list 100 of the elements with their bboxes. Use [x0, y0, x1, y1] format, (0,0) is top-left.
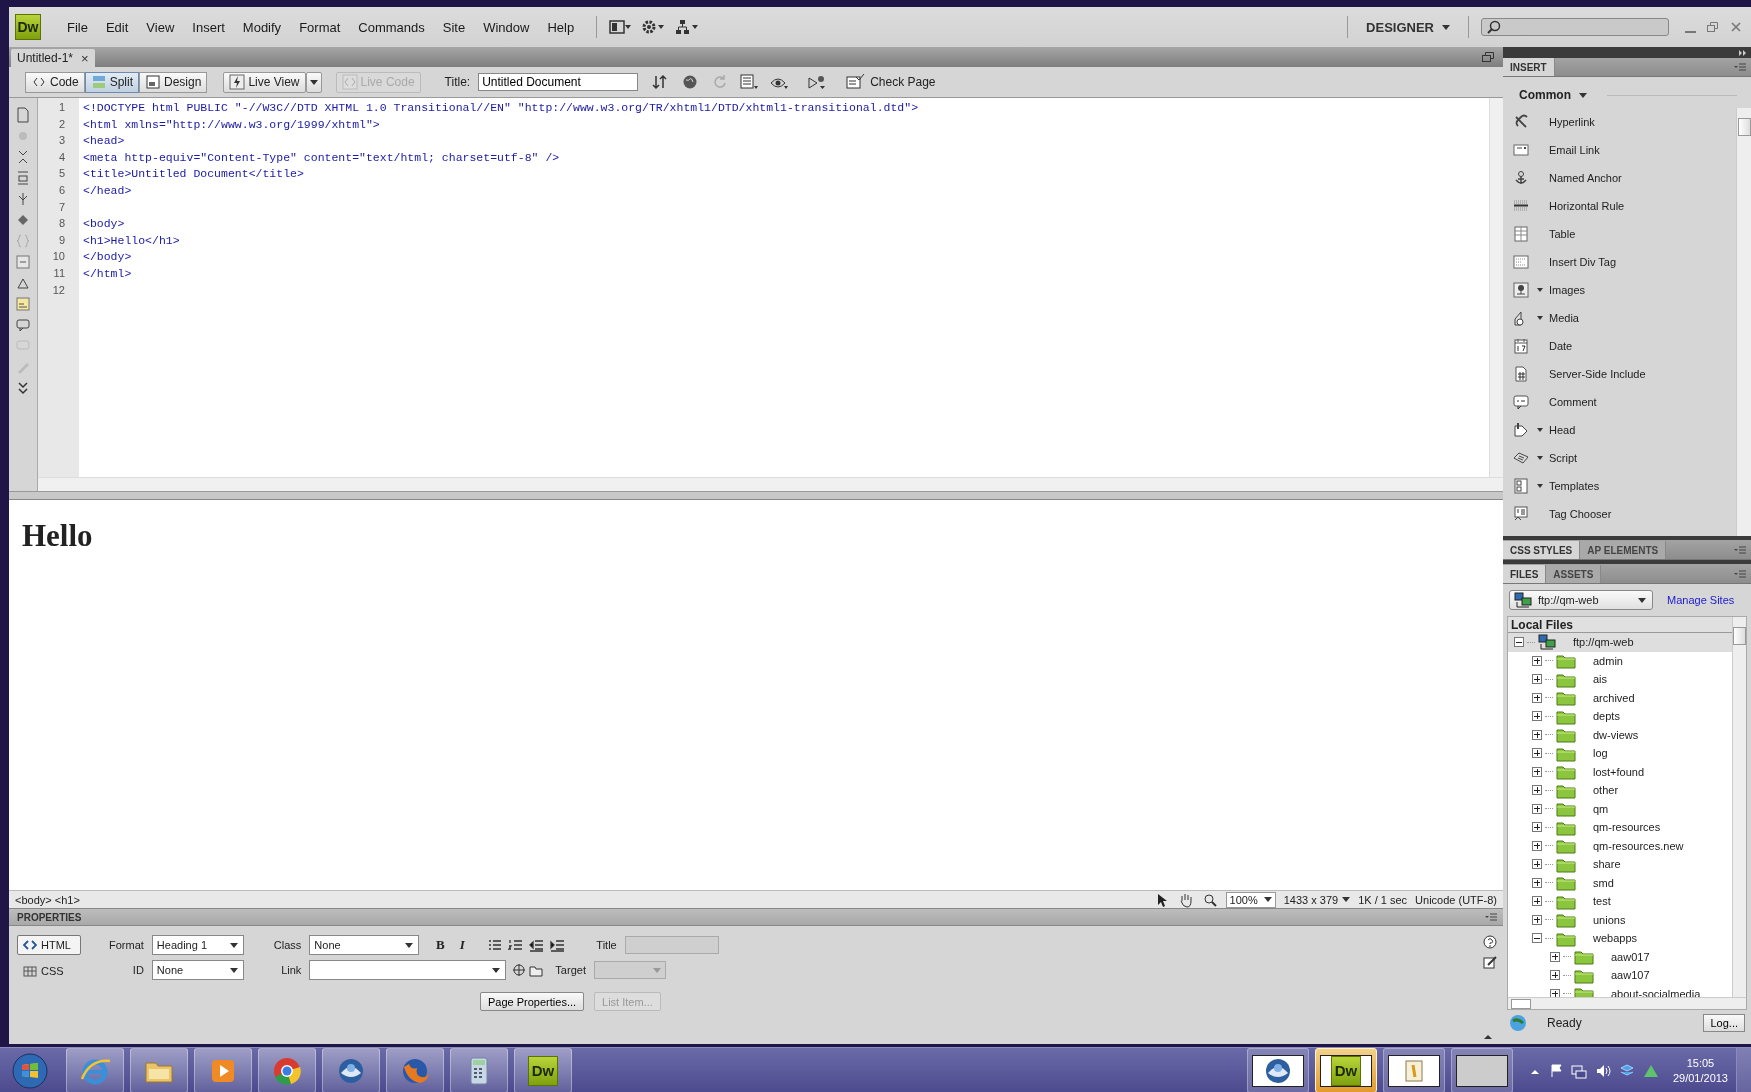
expand-toggle-icon[interactable] — [1532, 748, 1542, 759]
panel-tab[interactable]: FILES — [1503, 565, 1547, 583]
expand-toggle-icon[interactable] — [1532, 877, 1542, 888]
expand-toggle-icon[interactable] — [1532, 822, 1542, 833]
taskbar-button[interactable] — [258, 1048, 316, 1092]
tree-item[interactable]: ais — [1508, 670, 1732, 689]
flag-icon[interactable] — [1548, 1062, 1563, 1079]
more-icon[interactable] — [15, 380, 31, 396]
options-icon[interactable] — [740, 74, 759, 90]
insert-item[interactable]: Horizontal Rule — [1503, 192, 1736, 220]
title-field[interactable] — [624, 936, 719, 954]
taskbar-button[interactable] — [386, 1048, 444, 1092]
expand-toggle-icon[interactable] — [1550, 970, 1560, 981]
tree-item[interactable]: test — [1508, 892, 1732, 911]
insert-item[interactable]: Comment — [1503, 388, 1736, 416]
taskbar-window[interactable] — [1246, 1048, 1309, 1092]
search-field[interactable] — [1481, 18, 1669, 36]
mode-button[interactable]: CSS — [17, 961, 81, 981]
zoom-dropdown[interactable]: 100% — [1225, 891, 1276, 908]
horizontal-scrollbar[interactable] — [1508, 997, 1746, 1009]
tree-item[interactable]: aaw017 — [1508, 947, 1732, 966]
taskbar-window[interactable]: Dw — [1314, 1048, 1377, 1092]
help-icon[interactable] — [1483, 935, 1497, 949]
tree-item[interactable]: other — [1508, 781, 1732, 800]
insert-item[interactable]: Table — [1503, 220, 1736, 248]
insert-item[interactable]: Script — [1503, 444, 1736, 472]
menu-item[interactable]: Edit — [97, 15, 137, 39]
taskbar-window[interactable] — [1382, 1048, 1445, 1092]
tree-item[interactable]: lost+found — [1508, 762, 1732, 781]
menu-item[interactable]: Site — [434, 15, 474, 39]
window-size-dropdown[interactable]: 1433 x 379 — [1283, 893, 1351, 906]
panel-tab[interactable]: AP ELEMENTS — [1580, 541, 1667, 559]
tree-item[interactable]: archived — [1508, 688, 1732, 707]
menu-item[interactable]: Insert — [184, 15, 233, 39]
expand-toggle-icon[interactable] — [1532, 655, 1542, 666]
restore-icon[interactable] — [1481, 51, 1495, 63]
manage-sites-link[interactable]: Manage Sites — [1667, 594, 1735, 606]
tree-item[interactable]: admin — [1508, 651, 1732, 670]
category-dropdown[interactable]: Common — [1519, 88, 1587, 102]
tree-item[interactable]: ftp://qm-web — [1508, 633, 1732, 652]
expand-toggle-icon[interactable] — [1532, 766, 1542, 777]
tree-item[interactable]: webapps — [1508, 929, 1732, 948]
live-view-button[interactable]: Live View — [223, 71, 306, 93]
expand-toggle-icon[interactable] — [1532, 859, 1542, 870]
mode-button[interactable]: HTML — [17, 935, 81, 955]
expand-toggle-icon[interactable] — [1532, 674, 1542, 685]
new-file-icon[interactable] — [15, 107, 31, 123]
insert-item[interactable]: Named Anchor — [1503, 164, 1736, 192]
page-button[interactable]: Page Properties... — [480, 992, 585, 1011]
zoom-icon[interactable] — [1201, 891, 1218, 908]
tree-item[interactable]: qm — [1508, 799, 1732, 818]
tree-item[interactable]: qm-resources — [1508, 818, 1732, 837]
expand-toggle-icon[interactable] — [1532, 729, 1542, 740]
insert-item[interactable]: Tag Chooser — [1503, 500, 1736, 528]
expand-toggle-icon[interactable] — [1532, 896, 1542, 907]
network-icon[interactable] — [1570, 1062, 1587, 1079]
bullet-list-icon[interactable] — [487, 938, 504, 952]
taskbar-window[interactable] — [1450, 1048, 1513, 1092]
menu-item[interactable]: Window — [475, 15, 538, 39]
menu-item[interactable]: Modify — [234, 15, 290, 39]
layout-icon[interactable] — [609, 20, 632, 34]
vertical-scrollbar[interactable] — [1489, 98, 1503, 477]
tag-selector[interactable]: <body> <h1> — [15, 893, 80, 906]
check-page-button[interactable]: Check Page — [846, 74, 936, 90]
insert-item[interactable]: Images — [1503, 276, 1736, 304]
title-field[interactable]: Untitled Document — [478, 73, 639, 91]
horizontal-scrollbar[interactable] — [38, 477, 1503, 491]
edit-icon[interactable] — [1483, 955, 1497, 969]
link-field[interactable] — [309, 960, 507, 980]
taskbar-button[interactable] — [450, 1048, 508, 1092]
numbered-list-icon[interactable] — [508, 938, 525, 952]
workspace-switcher[interactable]: DESIGNER — [1360, 15, 1456, 39]
validate-icon[interactable] — [808, 74, 827, 90]
expand-toggle-icon[interactable] — [1532, 803, 1542, 814]
speech-icon[interactable] — [15, 317, 31, 333]
indent-icon[interactable] — [550, 938, 567, 952]
site-dropdown[interactable]: ftp://qm-web — [1509, 590, 1653, 610]
menu-item[interactable]: Commands — [350, 15, 433, 39]
tree-item[interactable]: depts — [1508, 707, 1732, 726]
vertical-scrollbar[interactable] — [1736, 108, 1751, 536]
tree-item[interactable]: qm-resources.new — [1508, 836, 1732, 855]
format-dropdown[interactable]: Heading 1 — [151, 935, 244, 955]
expand-toggle-icon[interactable] — [1532, 914, 1542, 925]
view-button[interactable]: Design — [139, 71, 208, 93]
taskbar-button[interactable]: Dw — [514, 1048, 572, 1092]
menu-item[interactable]: Help — [539, 15, 583, 39]
taskbar-button[interactable] — [194, 1048, 252, 1092]
taskbar-button[interactable] — [130, 1048, 188, 1092]
expand-toggle-icon[interactable] — [1532, 711, 1542, 722]
insert-item[interactable]: Hyperlink — [1503, 108, 1736, 136]
expand-toggle-icon[interactable] — [1532, 785, 1542, 796]
insert-item[interactable]: Head — [1503, 416, 1736, 444]
collapse-toggle-icon[interactable] — [1514, 637, 1524, 648]
menu-item[interactable]: File — [59, 15, 96, 39]
vertical-scrollbar[interactable] — [1732, 617, 1746, 997]
panel-tab[interactable]: INSERT — [1503, 58, 1555, 76]
outdent-icon[interactable] — [529, 938, 546, 952]
menu-item[interactable]: Format — [291, 15, 349, 39]
restore-icon[interactable] — [1706, 20, 1720, 34]
start-orb-icon[interactable] — [12, 1052, 48, 1089]
